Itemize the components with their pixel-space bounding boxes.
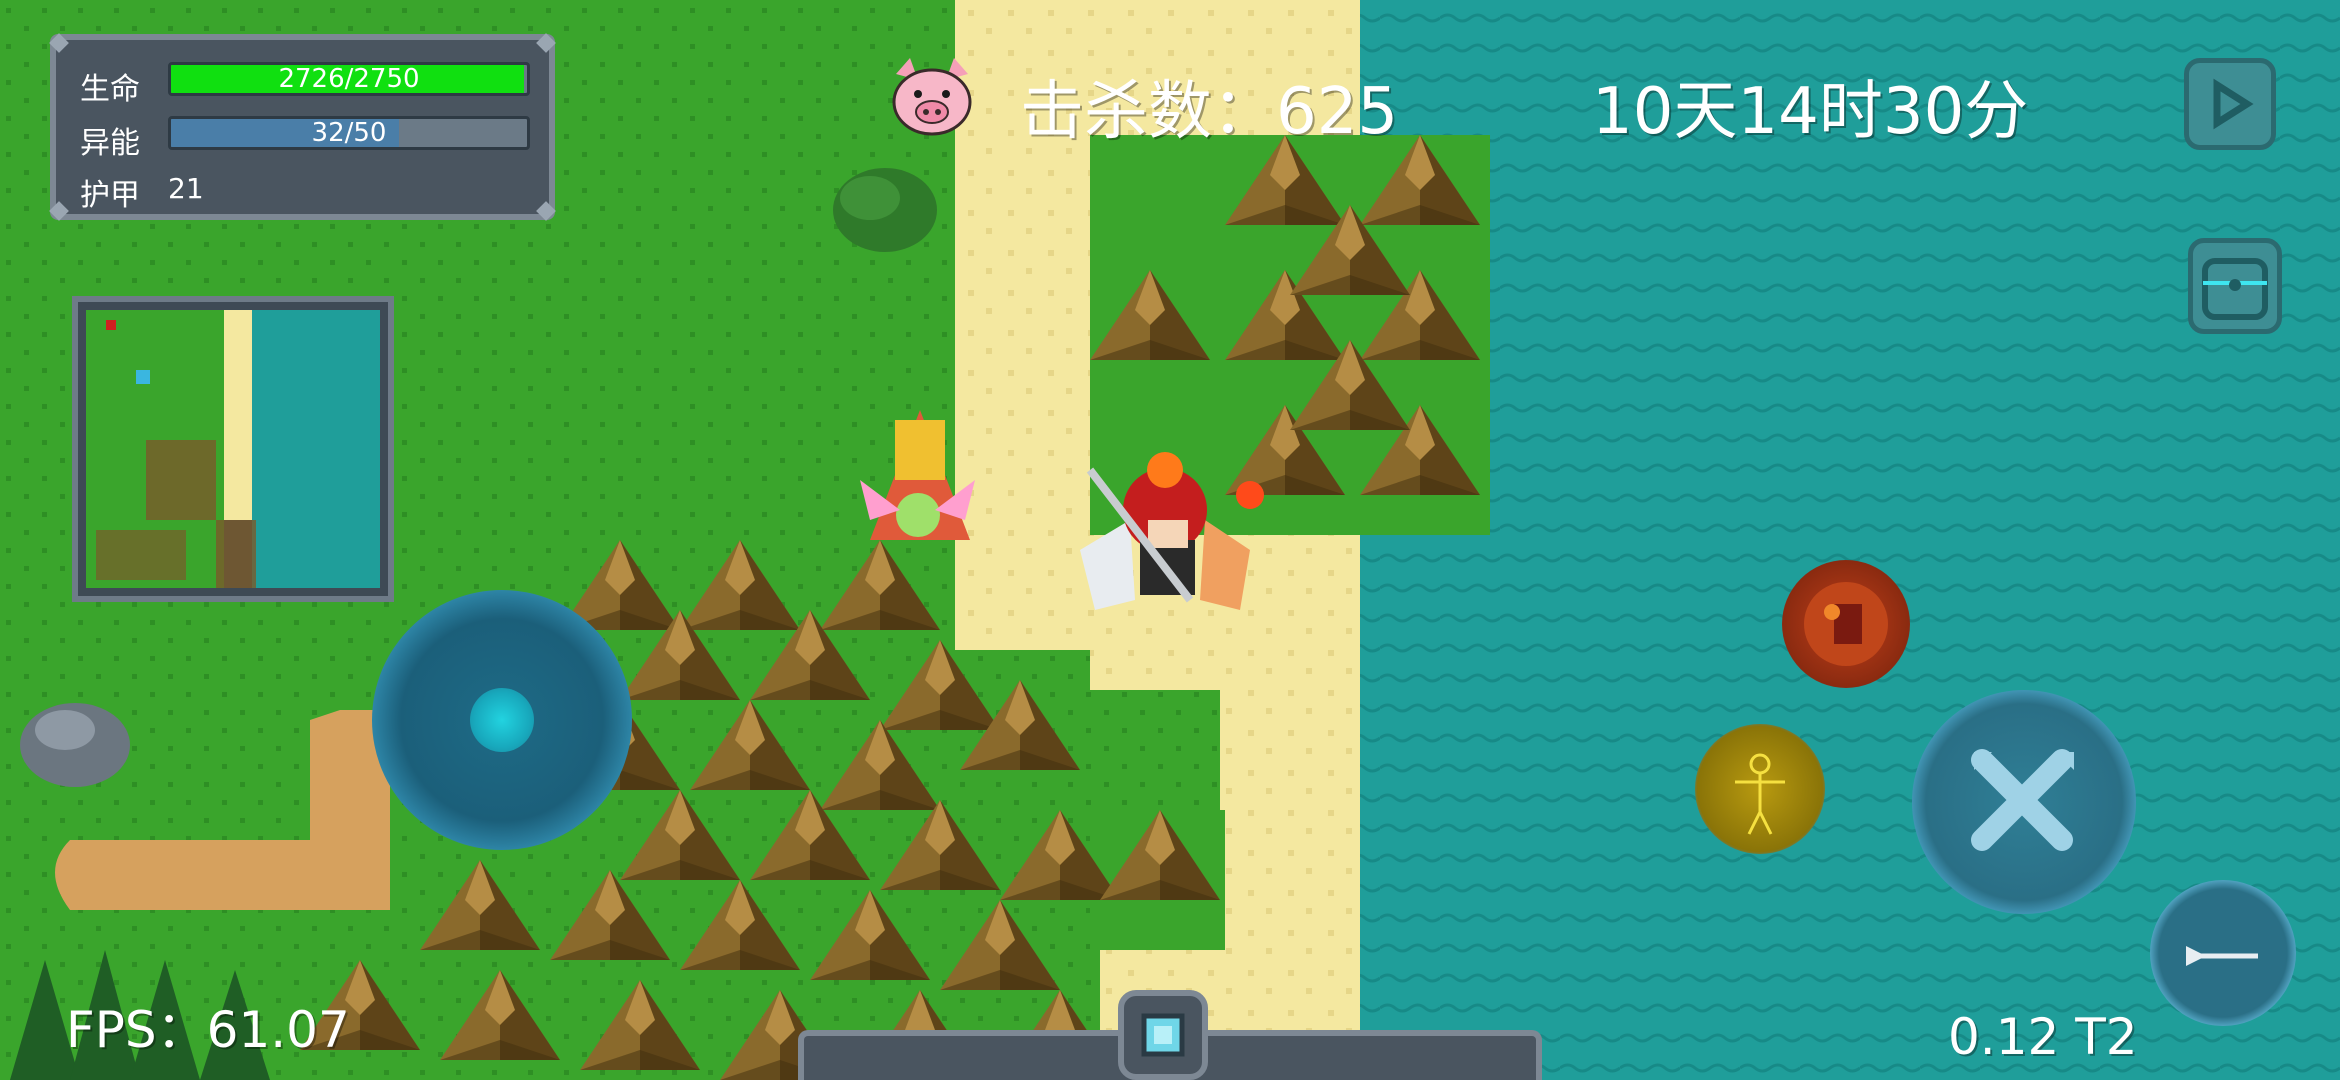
body-skill-icon [1735, 753, 1785, 835]
hp-value: 2726/2750 [278, 64, 420, 94]
player-stats-panel: 生命 2726/2750 异能 32/50 护甲 21 [49, 33, 556, 221]
version-label: 0.12 T2 [1948, 1008, 2138, 1066]
gem-icon [1141, 1013, 1185, 1057]
fireball-skill-icon [1804, 582, 1888, 666]
spear-icon [2186, 946, 2258, 966]
armor-label: 护甲 [80, 178, 140, 213]
energy-bar: 32/50 [168, 116, 530, 150]
pig-icon [888, 56, 976, 138]
hp-bar: 2726/2750 [168, 62, 530, 96]
fireball-skill-button[interactable] [1782, 560, 1910, 688]
energy-value: 32/50 [311, 118, 387, 148]
crossed-swords-icon [1971, 749, 2074, 851]
minimap-view [86, 310, 380, 588]
fps-counter: FPS：61.07 [66, 1001, 350, 1059]
energy-label: 异能 [80, 126, 140, 161]
attack-button[interactable] [1912, 690, 2136, 914]
inventory-toggle-button[interactable] [1118, 990, 1208, 1080]
minimap[interactable] [72, 296, 394, 602]
joystick-knob[interactable] [470, 688, 534, 752]
backpack-button[interactable] [2188, 238, 2282, 334]
movement-joystick[interactable] [372, 590, 632, 850]
body-skill-button[interactable] [1695, 724, 1825, 854]
play-button[interactable] [2184, 58, 2276, 150]
weapon-button[interactable] [2150, 880, 2296, 1026]
play-icon [2213, 78, 2254, 130]
kill-count: 击杀数：625 [1020, 75, 1399, 149]
backpack-icon [2202, 258, 2268, 320]
hp-label: 生命 [80, 72, 140, 107]
game-time: 10天14时30分 [1592, 75, 2029, 149]
armor-value: 21 [168, 172, 204, 205]
